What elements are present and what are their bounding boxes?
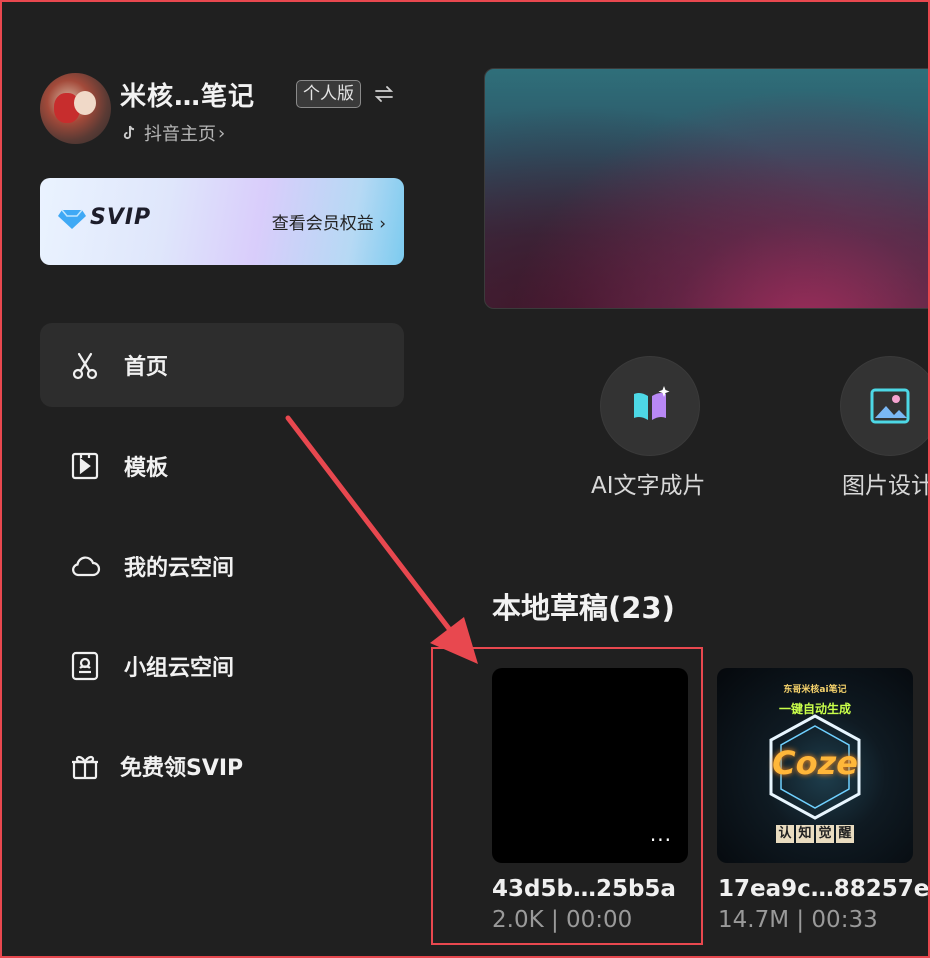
team-cloud-icon <box>68 649 102 683</box>
nav-label-free-svip: 免费领SVIP <box>120 756 244 781</box>
draft-thumbnail[interactable]: 东哥米核ai笔记 一键自动生成 Coze 认知觉醒 <box>717 668 913 863</box>
douyin-homepage-link[interactable]: 抖音主页 › <box>122 120 225 146</box>
thumb-tile: 认 <box>776 825 794 843</box>
nav-label-home: 首页 <box>124 355 169 380</box>
nav-item-team-cloud[interactable]: 小组云空间 <box>40 624 404 708</box>
chevron-right-icon: › <box>379 214 386 234</box>
draft-meta: 14.7M | 00:33 <box>718 907 878 933</box>
douyin-icon <box>123 125 135 140</box>
thumb-bottom-tiles: 认知觉醒 <box>717 822 913 843</box>
annotation-highlight-box <box>431 647 703 945</box>
douyin-homepage-label: 抖音主页 <box>144 124 216 145</box>
thumb-tile: 醒 <box>836 825 854 843</box>
thumb-subtitle: 一键自动生成 <box>778 702 851 716</box>
local-drafts-title: 本地草稿(23) <box>492 591 675 625</box>
svip-logo: SVIP <box>58 205 151 230</box>
template-icon <box>68 449 102 483</box>
scissors-icon <box>68 348 102 382</box>
diamond-icon <box>58 209 86 229</box>
view-benefits-link[interactable]: 查看会员权益 › <box>272 209 386 234</box>
svip-card[interactable]: SVIP 查看会员权益 › <box>40 178 404 265</box>
nav-item-templates[interactable]: 模板 <box>40 424 404 508</box>
ai-text-to-video-button[interactable] <box>600 356 700 456</box>
edition-badge: 个人版 <box>296 80 361 108</box>
thumb-word: Coze <box>772 744 858 782</box>
promo-banner[interactable] <box>484 68 930 309</box>
thumb-top-text: 东哥米核ai笔记 <box>783 685 847 695</box>
gift-icon <box>68 749 102 783</box>
username[interactable]: 米核…笔记 <box>120 76 255 113</box>
nav-item-my-cloud[interactable]: 我的云空间 <box>40 524 404 608</box>
svip-logo-text: SVIP <box>90 205 152 230</box>
nav-item-home[interactable]: 首页 <box>40 323 404 407</box>
nav-item-free-svip[interactable]: 免费领SVIP <box>40 724 404 808</box>
draft-name[interactable]: 17ea9c…88257e <box>718 876 929 902</box>
nav-label-team-cloud: 小组云空间 <box>124 656 235 681</box>
cloud-icon <box>68 549 102 583</box>
nav-label-templates: 模板 <box>124 456 169 481</box>
thumb-tile: 知 <box>796 825 814 843</box>
nav-label-my-cloud: 我的云空间 <box>124 556 235 581</box>
image-design-button[interactable] <box>840 356 930 456</box>
image-icon <box>870 388 910 424</box>
thumb-tile: 觉 <box>816 825 834 843</box>
switch-account-icon[interactable] <box>372 82 396 106</box>
image-design-label: 图片设计 <box>842 473 930 499</box>
view-benefits-label: 查看会员权益 <box>271 214 374 234</box>
book-sparkle-icon <box>634 386 670 420</box>
chevron-right-icon: › <box>218 122 226 144</box>
avatar[interactable] <box>40 73 111 144</box>
ai-text-to-video-label: AI文字成片 <box>591 473 706 499</box>
